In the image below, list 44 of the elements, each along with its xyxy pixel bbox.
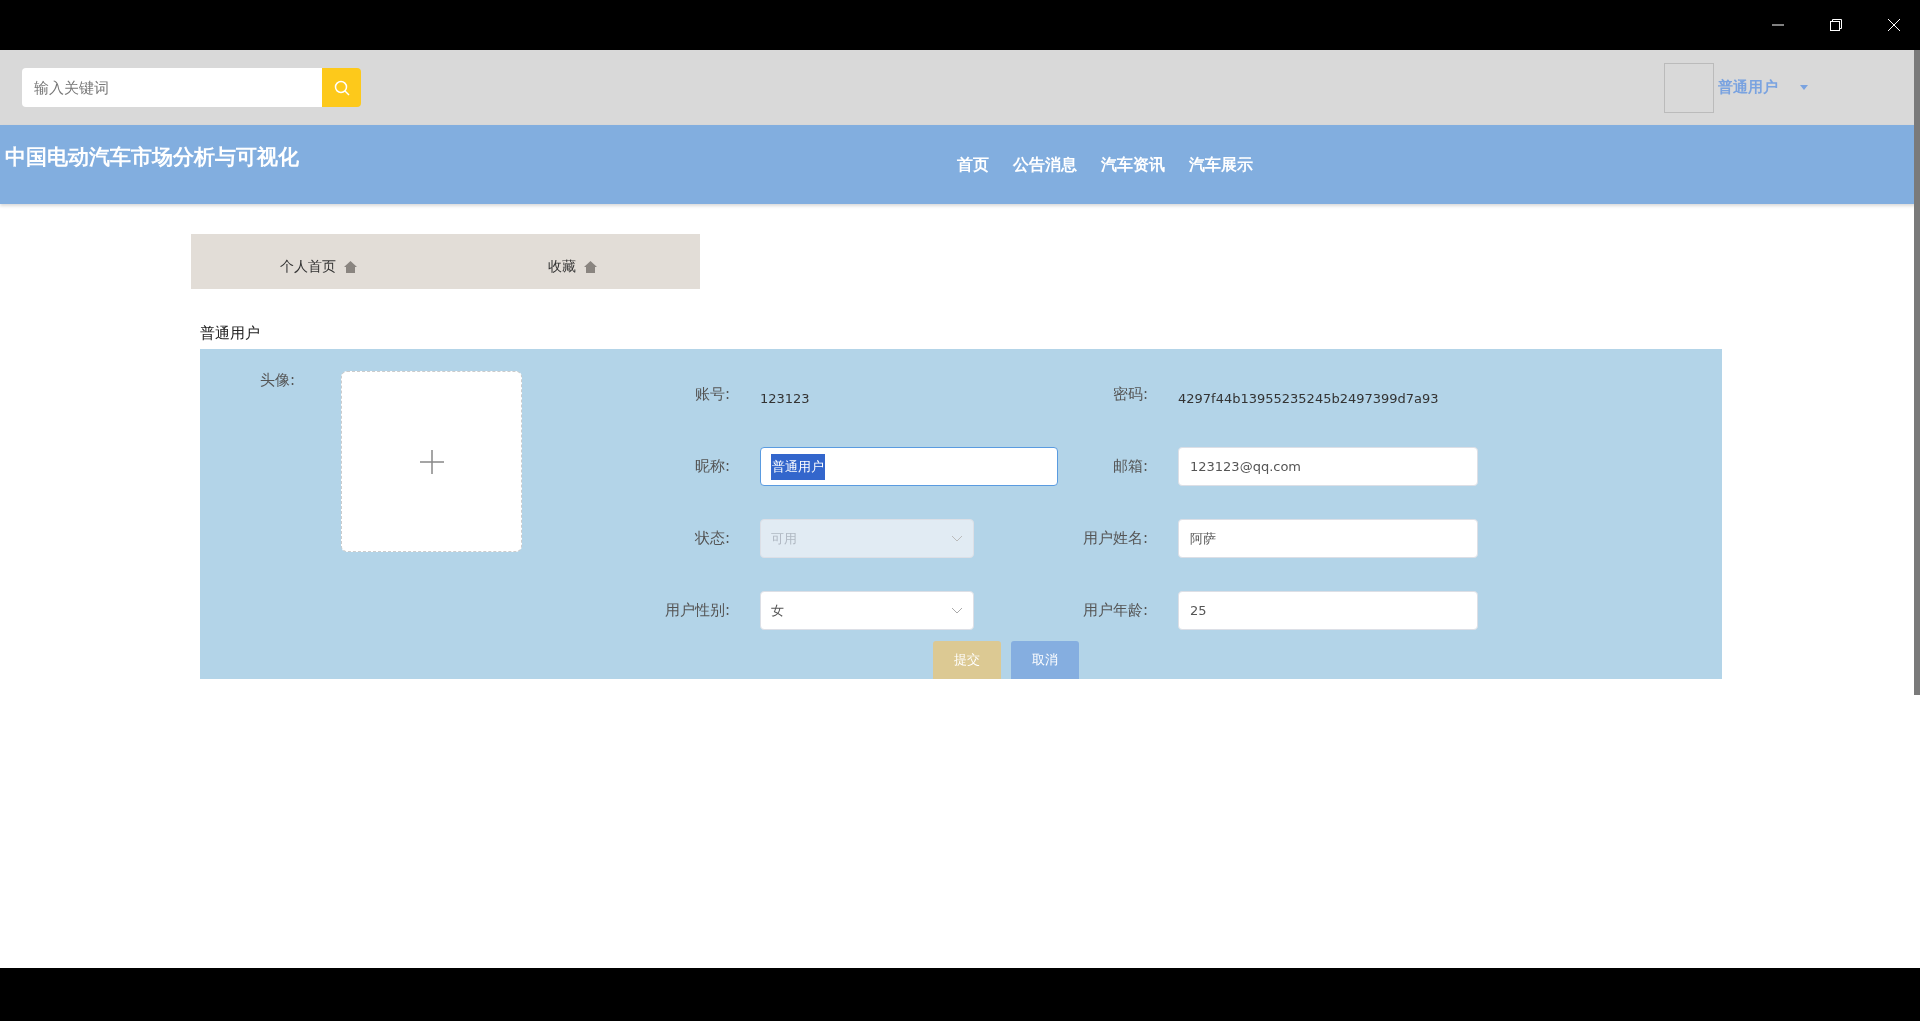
profile-tab[interactable]: 收藏 — [445, 234, 700, 289]
field-label: 用户姓名: — [1082, 528, 1149, 548]
chevron-down-icon — [951, 534, 963, 543]
field-label: 用户性别: — [664, 600, 731, 620]
avatar-placeholder[interactable] — [1664, 62, 1714, 113]
chevron-down-icon — [951, 606, 963, 615]
input-value: 阿萨 — [1189, 529, 1217, 548]
avatar-upload[interactable] — [341, 371, 522, 552]
field-value: 123123 — [760, 390, 811, 406]
minimize-icon — [1772, 24, 1784, 26]
field-label: 密码: — [1112, 384, 1149, 404]
nav-link[interactable]: 汽车展示 — [1189, 155, 1253, 204]
nav-link[interactable]: 汽车资讯 — [1101, 155, 1165, 204]
text-input[interactable]: 123123@qq.com — [1178, 447, 1478, 486]
input-value: 25 — [1189, 602, 1208, 620]
scrollbar[interactable] — [1914, 50, 1920, 695]
text-input[interactable]: 阿萨 — [1178, 519, 1478, 558]
search-button[interactable] — [322, 68, 361, 107]
house-icon — [584, 261, 598, 273]
profile-tab[interactable]: 个人首页 — [191, 234, 446, 289]
plus-icon — [419, 449, 444, 474]
search-icon — [333, 79, 350, 96]
nav-link[interactable]: 首页 — [957, 155, 989, 204]
field-label: 状态: — [694, 528, 731, 548]
field-label: 邮箱: — [1112, 456, 1149, 476]
nav-link[interactable]: 公告消息 — [1013, 155, 1077, 204]
search-field[interactable]: 输入关键词 — [22, 68, 322, 107]
caret-icon[interactable] — [1800, 85, 1808, 90]
text-input[interactable]: 25 — [1178, 591, 1478, 630]
cancel-button[interactable]: 取消 — [1011, 641, 1079, 679]
field-label: 账号: — [694, 384, 731, 404]
field-label: 昵称: — [694, 456, 731, 476]
field-value: 4297f44b13955235245b2497399d7a93 — [1178, 390, 1440, 406]
site-title: 中国电动汽车市场分析与可视化 — [5, 145, 299, 169]
input-value: 普通用户 — [771, 453, 825, 480]
user-name[interactable]: 普通用户 — [1718, 78, 1778, 97]
section-title: 普通用户 — [200, 324, 261, 344]
text-input[interactable]: 普通用户 — [760, 447, 1058, 486]
field-label: 用户年龄: — [1082, 600, 1149, 620]
select-field[interactable]: 女 — [760, 591, 974, 630]
submit-button[interactable]: 提交 — [933, 641, 1001, 679]
house-icon — [343, 261, 357, 273]
field-label: 头像: — [258, 371, 295, 391]
input-value: 123123@qq.com — [1189, 458, 1303, 476]
